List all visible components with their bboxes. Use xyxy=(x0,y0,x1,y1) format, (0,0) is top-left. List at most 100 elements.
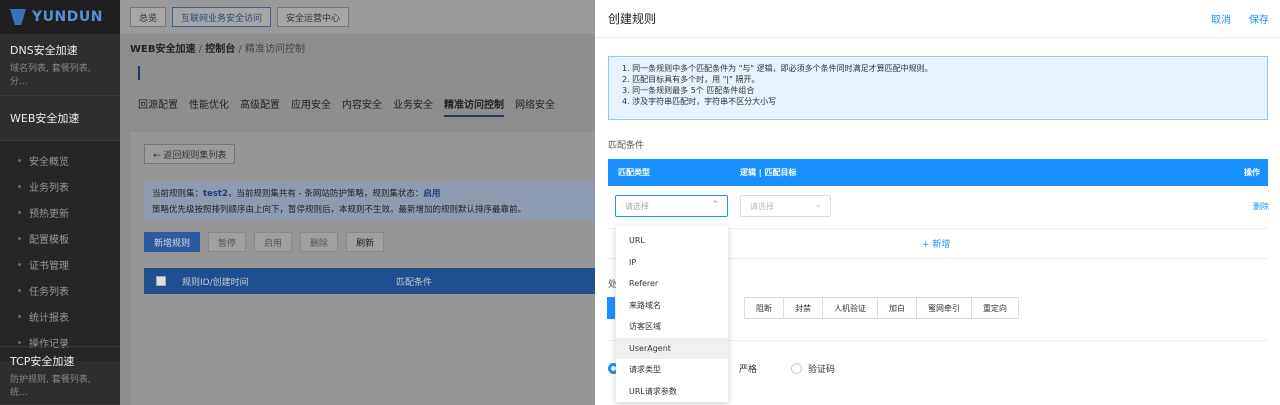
select-all-checkbox[interactable] xyxy=(156,276,166,286)
sidebar-item-tasks[interactable]: 任务列表 xyxy=(0,277,120,303)
option-url-params[interactable]: URL请求参数 xyxy=(616,381,728,403)
chevron-down-icon: ⌄ xyxy=(814,200,822,210)
sidebar-web[interactable]: WEB安全加速 xyxy=(0,96,120,141)
sidebar-item-business[interactable]: 业务列表 xyxy=(0,173,120,199)
sidebar-item-overview[interactable]: 安全概览 xyxy=(0,147,120,173)
bullet-icon xyxy=(18,314,21,318)
notice-mid: ，当前规则集共有 - 条网站防护策略，规则集状态： xyxy=(227,189,424,199)
action-ban[interactable]: 封禁 xyxy=(783,297,823,319)
option-visitor-region[interactable]: 访客区域 xyxy=(616,316,728,338)
bullet-icon xyxy=(18,340,21,344)
save-button[interactable]: 保存 xyxy=(1249,11,1269,26)
logic-select[interactable]: 请选择 ⌄ xyxy=(740,195,831,217)
match-type-select[interactable]: 请选择 ⌃ xyxy=(615,195,728,217)
tab-access-control[interactable]: 精准访问控制 xyxy=(444,96,504,117)
tab-business-security[interactable]: 业务安全 xyxy=(393,96,433,117)
col-rule-id: 规则ID/创建时间 xyxy=(182,277,249,288)
bullet-icon xyxy=(18,158,21,162)
conditions-table-header: 匹配类型 逻辑 | 匹配目标 操作 xyxy=(608,159,1268,186)
tab-content-security[interactable]: 内容安全 xyxy=(342,96,382,117)
sidebar-item-cert[interactable]: 证书管理 xyxy=(0,251,120,277)
add-condition-link[interactable]: + 新增 xyxy=(922,237,950,250)
sidebar-web-list: 安全概览 业务列表 预热更新 配置模板 证书管理 任务列表 统计报表 操作记录 xyxy=(0,141,120,361)
chevron-up-icon: ⌃ xyxy=(711,200,719,210)
top-nav: 总览 互联网业务安全访问 安全运营中心 xyxy=(120,0,595,34)
ruleset-status: 启用 xyxy=(423,189,441,199)
info-line: 2. 匹配目标具有多个时，用 "|" 隔开。 xyxy=(622,75,760,84)
sidebar-item-label: 任务列表 xyxy=(29,286,69,298)
rule-actions: 新增规则 暂停 启用 删除 刷新 xyxy=(144,232,385,252)
tab-network-security[interactable]: 网络安全 xyxy=(515,96,555,117)
sidebar-item-preheat[interactable]: 预热更新 xyxy=(0,199,120,225)
sidebar-tcp[interactable]: TCP安全加速 防护规则, 套餐列表, 统... xyxy=(0,346,120,405)
bullet-icon xyxy=(18,288,21,292)
action-honeynet[interactable]: 蜜网牵引 xyxy=(916,297,972,319)
ruleset-notice: 当前规则集：test2，当前规则集共有 - 条网站防护策略，规则集状态：启用 策… xyxy=(144,182,595,220)
col-match-type: 匹配类型 xyxy=(618,168,650,177)
sidebar-dns-sub: 域名列表, 套餐列表, 分... xyxy=(10,64,91,87)
sidebar-tcp-title: TCP安全加速 xyxy=(10,355,75,368)
breadcrumb-sep: / xyxy=(198,44,203,55)
nav-soc[interactable]: 安全运营中心 xyxy=(277,7,350,27)
sidebar-item-label: 证书管理 xyxy=(29,260,69,272)
sidebar: YUNDUN DNS安全加速 域名列表, 套餐列表, 分... WEB安全加速 … xyxy=(0,0,120,405)
logo[interactable]: YUNDUN xyxy=(0,0,120,34)
logo-text: YUNDUN xyxy=(32,9,103,25)
delete-button[interactable]: 删除 xyxy=(300,232,339,252)
sidebar-item-label: 统计报表 xyxy=(29,312,69,324)
add-rule-button[interactable]: 新增规则 xyxy=(144,232,201,252)
action-block[interactable]: 阻断 xyxy=(744,297,784,319)
bullet-icon xyxy=(18,184,21,188)
refresh-button[interactable]: 刷新 xyxy=(346,232,385,252)
back-button[interactable]: ← 返回规则集列表 xyxy=(144,144,236,164)
notice-line2: 策略优先级按照排列顺序由上向下，暂停规则后，本规则不生效。最新增加的规则默认排序… xyxy=(152,205,527,215)
option-request-method[interactable]: 请求类型 xyxy=(616,359,728,381)
nav-overview[interactable]: 总览 xyxy=(130,7,167,27)
ruleset-name: test2 xyxy=(203,189,228,199)
info-line: 4. 涉及字符串匹配时，字符串不区分大小写 xyxy=(622,97,777,106)
action-whitelist[interactable]: 加白 xyxy=(877,297,917,319)
match-type-placeholder: 请选择 xyxy=(625,201,649,211)
tab-app-security[interactable]: 应用安全 xyxy=(291,96,331,117)
option-useragent[interactable]: UserAgent xyxy=(616,337,728,359)
action-option-selected[interactable] xyxy=(607,297,615,319)
breadcrumb-console[interactable]: 控制台 xyxy=(205,44,235,55)
sidebar-item-template[interactable]: 配置模板 xyxy=(0,225,120,251)
action-captcha[interactable]: 人机验证 xyxy=(822,297,878,319)
breadcrumb-web[interactable]: WEB安全加速 xyxy=(130,44,195,55)
sidebar-tcp-sub: 防护规则, 套餐列表, 统... xyxy=(10,375,91,398)
logic-placeholder: 请选择 xyxy=(750,201,774,211)
match-type-dropdown: URL IP Referer 来路域名 访客区域 UserAgent 请求类型 … xyxy=(616,226,728,402)
tab-advanced[interactable]: 高级配置 xyxy=(240,96,280,117)
sidebar-dns-title: DNS安全加速 xyxy=(10,44,78,57)
radio-captcha-label[interactable]: 验证码 xyxy=(808,362,835,375)
bullet-icon xyxy=(18,236,21,240)
bullet-icon xyxy=(18,210,21,214)
radio-captcha[interactable] xyxy=(791,363,803,374)
notice-line1: 当前规则集：test2，当前规则集共有 - 条网站防护策略，规则集状态：启用 xyxy=(152,186,587,202)
sidebar-item-label: 配置模板 xyxy=(29,234,69,246)
rules-table-header: 规则ID/创建时间 匹配条件 xyxy=(144,268,595,294)
enable-button[interactable]: 启用 xyxy=(254,232,293,252)
info-line: 1. 同一条规则中多个匹配条件为 "与" 逻辑，即必须多个条件同时满足才算匹配中… xyxy=(622,64,933,73)
rules-panel: ← 返回规则集列表 当前规则集：test2，当前规则集共有 - 条网站防护策略，… xyxy=(130,132,595,405)
option-ip[interactable]: IP xyxy=(616,252,728,274)
sidebar-item-stats[interactable]: 统计报表 xyxy=(0,303,120,329)
option-url[interactable]: URL xyxy=(616,230,728,252)
nav-internet-access[interactable]: 互联网业务安全访问 xyxy=(172,7,272,27)
sidebar-dns[interactable]: DNS安全加速 域名列表, 套餐列表, 分... xyxy=(0,34,120,96)
option-origin-domain[interactable]: 来路域名 xyxy=(616,295,728,317)
tab-origin[interactable]: 回源配置 xyxy=(138,96,178,117)
notice-prefix: 当前规则集： xyxy=(152,189,204,199)
tab-performance[interactable]: 性能优化 xyxy=(189,96,229,117)
config-tabs: 回源配置 性能优化 高级配置 应用安全 内容安全 业务安全 精准访问控制 网络安… xyxy=(138,96,555,117)
breadcrumb-current: 精准访问控制 xyxy=(244,44,305,55)
sidebar-item-label: 安全概览 xyxy=(29,156,69,168)
radio-strict-label[interactable]: 严格 xyxy=(739,362,757,375)
option-referer[interactable]: Referer xyxy=(616,273,728,295)
cancel-button[interactable]: 取消 xyxy=(1211,11,1231,26)
pause-button[interactable]: 暂停 xyxy=(208,232,247,252)
match-conditions-label: 匹配条件 xyxy=(608,141,645,151)
action-redirect[interactable]: 重定向 xyxy=(971,297,1019,319)
delete-condition-link[interactable]: 删除 xyxy=(1253,201,1269,212)
